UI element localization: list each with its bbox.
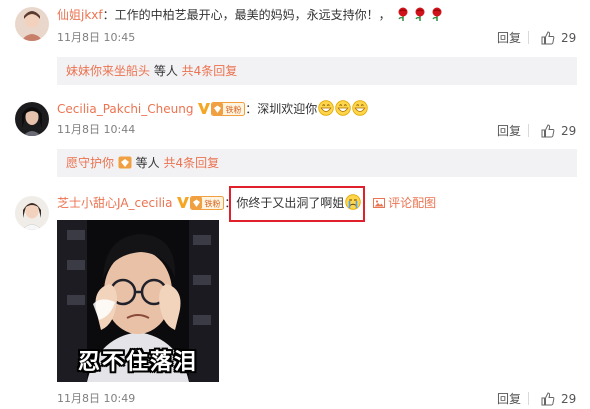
thumbs-up-icon[interactable] (541, 124, 555, 138)
comment-text: 深圳欢迎你 (257, 102, 318, 116)
comment-2: Cecilia_Pakchi_Cheung 铁粉 ：深圳欢迎你 11月8日 10… (0, 92, 590, 184)
reply-button[interactable]: 回复 (497, 31, 521, 45)
rose-icon (395, 6, 411, 22)
comment-text: 工作的中柏艺最开心，最美的妈妈，永远支持你！， (114, 8, 391, 22)
highlight-box (229, 186, 365, 222)
view-all-replies-link[interactable]: 共4条回复 (182, 64, 238, 78)
grin-icon (318, 100, 335, 116)
name-separator: ： (245, 102, 258, 116)
fan-badge-label: 铁粉 (205, 199, 221, 209)
verified-v-icon (176, 196, 190, 209)
action-divider (528, 31, 529, 44)
reply-summary-middle: 等人 (150, 64, 182, 78)
grin-icon (335, 100, 352, 116)
avatar[interactable] (15, 7, 49, 41)
comment-time: 11月8日 10:44 (57, 123, 136, 136)
username-link[interactable]: 仙姐jkxf (57, 8, 103, 22)
view-all-replies-link[interactable]: 共4条回复 (163, 156, 219, 170)
comment-gif-image[interactable]: 忍不住落泪 (57, 220, 219, 382)
comment-time: 11月8日 10:45 (57, 31, 136, 44)
thumbs-up-icon[interactable] (541, 392, 555, 406)
reply-button[interactable]: 回复 (497, 124, 521, 138)
fan-badge: 铁粉 (211, 102, 246, 121)
rose-icon (412, 6, 428, 22)
like-count: 29 (561, 31, 577, 45)
image-comment-link[interactable]: 评论配图 (388, 196, 436, 210)
like-count: 29 (561, 124, 577, 138)
fan-crown-icon (118, 156, 132, 169)
avatar[interactable] (15, 102, 49, 136)
action-divider (528, 392, 529, 405)
avatar[interactable] (15, 196, 49, 230)
verified-v-icon (197, 102, 211, 115)
reply-author-link[interactable]: 愿守护你 (66, 156, 114, 170)
username-link[interactable]: 芝士小甜心JA_cecilia (57, 196, 172, 210)
reply-author-link[interactable]: 妹妹你来坐船头 (66, 64, 150, 78)
name-separator: ： (102, 8, 115, 22)
reply-summary-bar[interactable]: 愿守护你 等人 共4条回复 (57, 149, 577, 177)
fan-badge-label: 铁粉 (226, 105, 242, 115)
rose-icon (429, 6, 445, 22)
username-link[interactable]: Cecilia_Pakchi_Cheung (57, 102, 193, 116)
reply-summary-middle: 等人 (131, 156, 164, 170)
reply-summary-bar[interactable]: 妹妹你来坐船头 等人 共4条回复 (57, 57, 577, 85)
image-comment-icon[interactable] (373, 196, 386, 214)
reply-button[interactable]: 回复 (497, 392, 521, 406)
fan-badge: 铁粉 (190, 196, 225, 215)
comment-1: 仙姐jkxf：工作的中柏艺最开心，最美的妈妈，永远支持你！， 11月8日 10:… (0, 0, 590, 90)
gif-caption: 忍不住落泪 (77, 350, 198, 375)
grin-icon (352, 100, 369, 116)
thumbs-up-icon[interactable] (541, 31, 555, 45)
comment-time: 11月8日 10:49 (57, 392, 136, 405)
like-count: 29 (561, 392, 577, 406)
action-divider (528, 124, 529, 137)
